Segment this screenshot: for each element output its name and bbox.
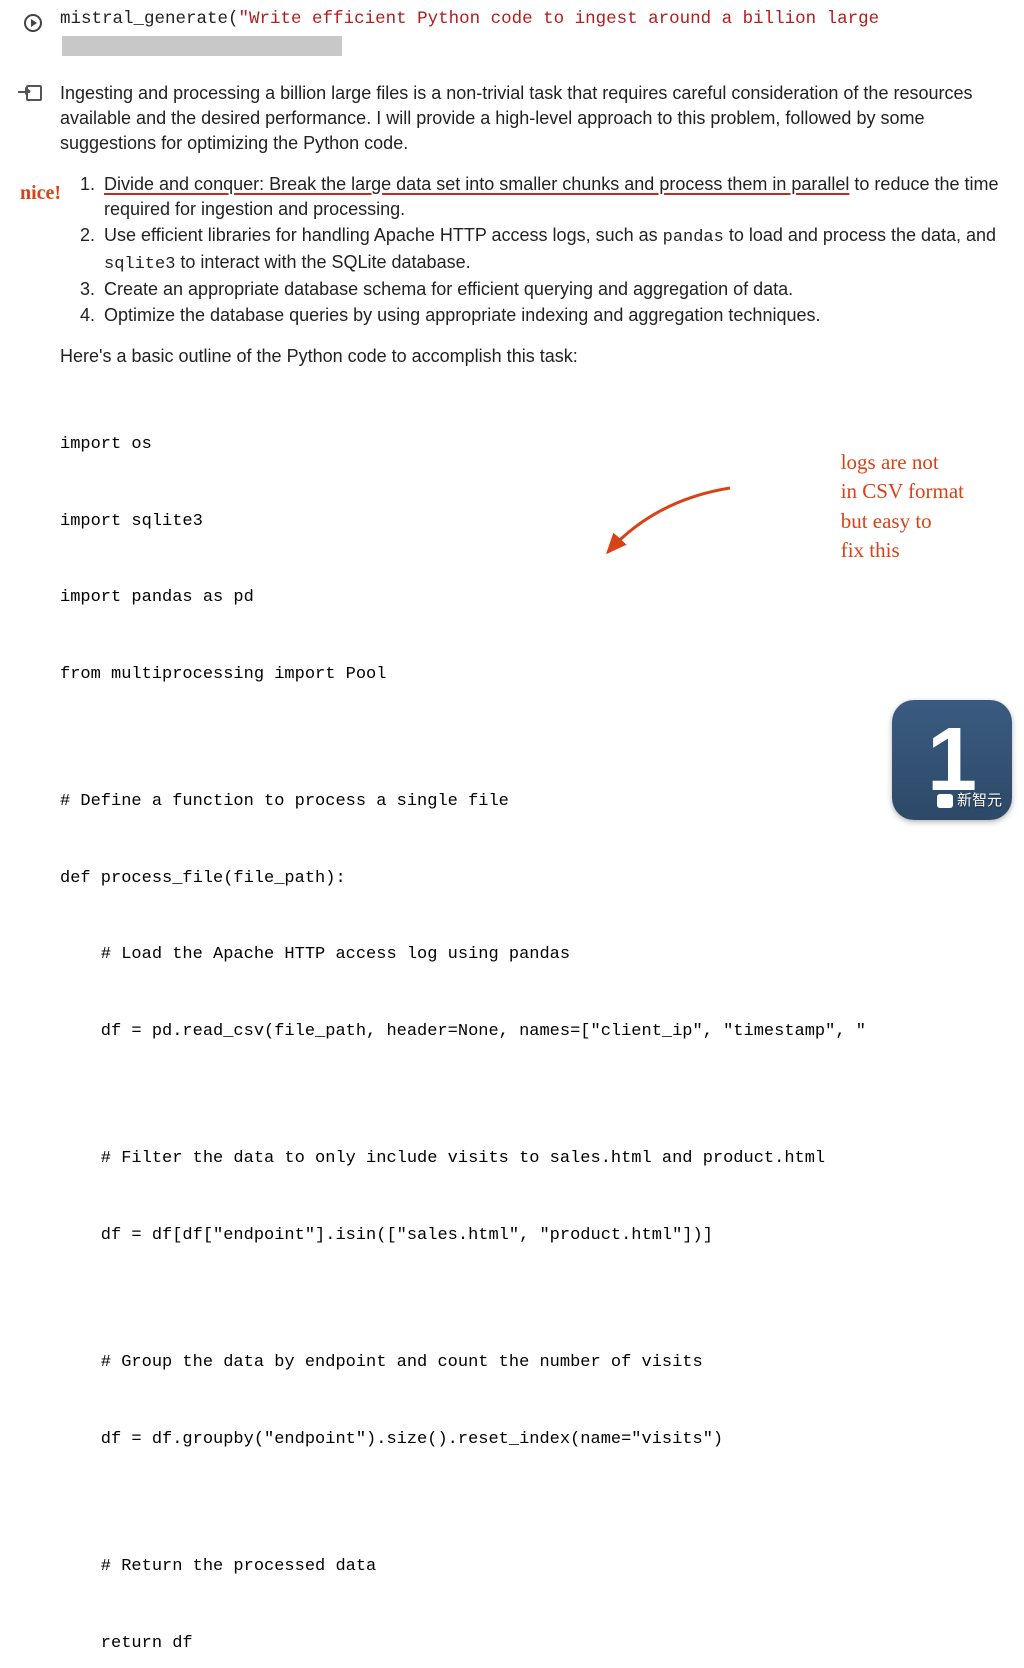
step-4: Optimize the database queries by using a…: [100, 303, 1004, 329]
output-icon[interactable]: [22, 85, 42, 105]
code-line: # Group the data by endpoint and count t…: [60, 1350, 1004, 1376]
code-line: df = pd.read_csv(file_path, header=None,…: [60, 1019, 1004, 1045]
input-cell-content[interactable]: mistral_generate("Write efficient Python…: [60, 6, 1024, 61]
code-line: # Filter the data to only include visits…: [60, 1146, 1004, 1172]
string-literal: "Write efficient Python code to ingest a…: [239, 9, 880, 29]
output-intro: Ingesting and processing a billion large…: [60, 81, 1004, 155]
play-icon: [31, 19, 37, 27]
text-selection-highlight: [62, 36, 342, 56]
code-line: df = df.groupby("endpoint").size().reset…: [60, 1427, 1004, 1453]
code-line: df = df[df["endpoint"].isin(["sales.html…: [60, 1223, 1004, 1249]
code-line: def process_file(file_path):: [60, 866, 1004, 892]
run-button[interactable]: [24, 14, 42, 32]
code-line: import pandas as pd: [60, 585, 1004, 611]
annotation-logs-line: logs are not: [841, 448, 964, 477]
step-1: Divide and conquer: Break the large data…: [100, 172, 1004, 223]
wechat-icon: [937, 794, 953, 808]
watermark-label: 新智元: [937, 789, 1002, 810]
code-line: # Load the Apache HTTP access log using …: [60, 942, 1004, 968]
annotation-logs-line: fix this: [841, 536, 964, 565]
code-line: # Return the processed data: [60, 1554, 1004, 1580]
code-line: return df: [60, 1631, 1004, 1657]
function-call-name: mistral_generate: [60, 9, 228, 29]
code-line: from multiprocessing import Pool: [60, 662, 1004, 688]
step-3: Create an appropriate database schema fo…: [100, 277, 1004, 303]
output-gutter: [0, 79, 60, 105]
input-code-line: mistral_generate("Write efficient Python…: [60, 6, 1004, 32]
input-cell-row: mistral_generate("Write efficient Python…: [0, 0, 1024, 61]
code-line: # Define a function to process a single …: [60, 789, 1004, 815]
output-code-block: import os import sqlite3 import pandas a…: [60, 381, 1004, 1668]
output-cell-row: Ingesting and processing a billion large…: [0, 61, 1024, 1668]
inline-code-sqlite3: sqlite3: [104, 255, 175, 274]
step-1-underlined: Divide and conquer: Break the large data…: [104, 174, 849, 194]
steps-list: Divide and conquer: Break the large data…: [100, 172, 1004, 328]
annotation-logs-line: but easy to: [841, 507, 964, 536]
annotation-nice: nice!: [20, 182, 61, 205]
annotation-logs: logs are not in CSV format but easy to f…: [841, 448, 964, 566]
inline-code-pandas: pandas: [663, 228, 724, 247]
outline-label: Here's a basic outline of the Python cod…: [60, 344, 1004, 369]
step-2: Use efficient libraries for handling Apa…: [100, 223, 1004, 277]
annotation-logs-line: in CSV format: [841, 477, 964, 506]
input-gutter: [0, 6, 60, 32]
output-cell-content: Ingesting and processing a billion large…: [60, 79, 1024, 1668]
